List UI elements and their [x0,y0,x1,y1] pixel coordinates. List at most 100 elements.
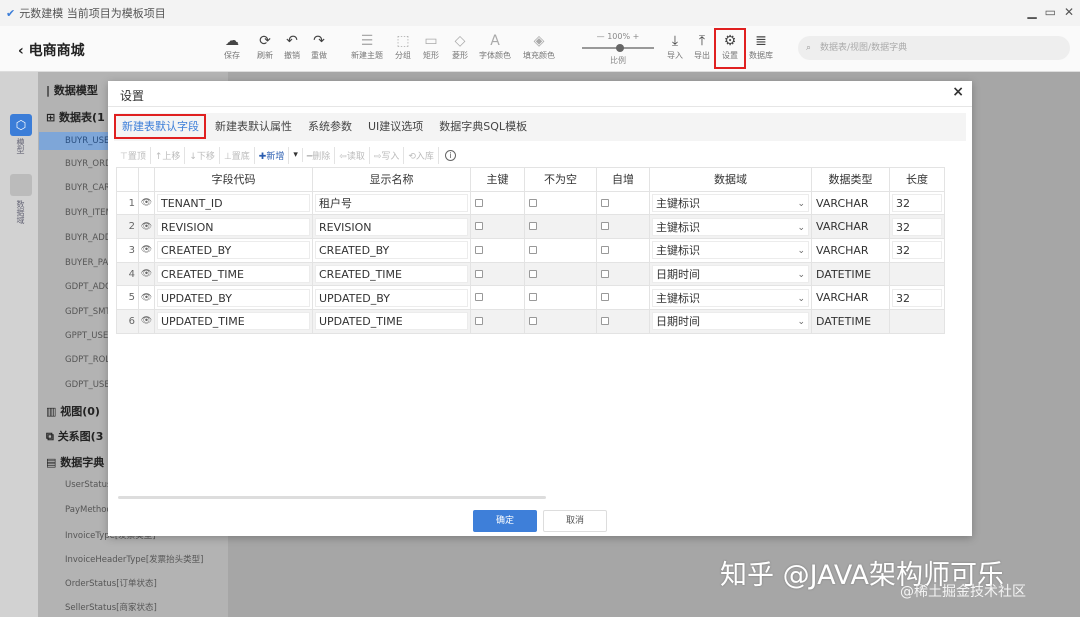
close-window-icon[interactable]: ✕ [1064,5,1074,19]
tree-relations-header[interactable]: ⧉ 关系图(3 [46,428,103,444]
zoom-slider[interactable] [582,44,654,52]
tree-tables-header[interactable]: ⊞ 数据表(1 [46,109,105,125]
tree-table-item[interactable]: BUYR_ORD [65,159,112,169]
field-name-input[interactable]: REVISION [315,217,468,236]
domain-select[interactable]: 主键标识 ⌄ [652,217,809,236]
tree-table-item[interactable]: GDPT_SMT [65,307,111,317]
search-input[interactable]: ⌕ 数据表/视图/数据字典 [798,36,1070,60]
length-input[interactable]: 32 [892,217,942,236]
pk-checkbox[interactable] [475,269,483,278]
table-row[interactable]: 2 👁 REVISION REVISION 主键标识 ⌄ VARCHAR 32 [116,214,945,240]
domain-select[interactable]: 主键标识 ⌄ [652,288,809,307]
tree-dict-item[interactable]: PayMethod [65,505,112,515]
tree-table-item[interactable]: GPPT_USE [65,331,108,341]
tree-table-item[interactable]: BUYR_ITEM [65,208,113,218]
table-row[interactable]: 1 👁 TENANT_ID 租户号 主键标识 ⌄ VARCHAR 32 [116,190,945,216]
tree-table-item[interactable]: BUYR_ADD [65,233,111,243]
model-rail-button[interactable]: ⬡ [10,114,32,136]
domain-select[interactable]: 日期时间 ⌄ [652,312,809,331]
field-name-input[interactable]: UPDATED_TIME [315,312,468,331]
move-down-button[interactable]: ↓下移 [185,146,220,164]
maximize-icon[interactable]: ▭ [1045,5,1056,19]
pk-checkbox[interactable] [475,316,483,325]
field-code-input[interactable]: CREATED_BY [157,241,310,260]
pk-checkbox[interactable] [475,245,483,254]
notnull-checkbox[interactable] [529,198,537,207]
tree-table-item[interactable]: GDPT_ADC [65,282,111,292]
autoinc-checkbox[interactable] [601,222,609,231]
pk-checkbox[interactable] [475,222,483,231]
autoinc-checkbox[interactable] [601,316,609,325]
length-input[interactable]: 32 [892,241,942,260]
move-top-button[interactable]: ⊤置顶 [116,146,151,164]
new-subject-button[interactable]: ☰ 新建主题 [351,32,383,61]
move-up-button[interactable]: ↑上移 [151,146,186,164]
tab-dict-sql-template[interactable]: 数据字典SQL模板 [431,113,535,141]
eye-icon[interactable]: 👁 [138,190,155,216]
zoom-control[interactable]: — 100% + 比例 [578,32,658,66]
tree-table-item[interactable]: BUYR_USE [39,132,113,150]
pk-checkbox[interactable] [475,293,483,302]
cancel-button[interactable]: 取消 [543,510,607,532]
tree-table-item[interactable]: GDPT_USE [65,380,110,390]
delete-field-button[interactable]: ━删除 [303,146,336,164]
tree-dict-item[interactable]: SellerStatus[商家状态] [65,601,157,613]
dialog-close-icon[interactable]: × [952,84,964,100]
tree-views-header[interactable]: ▥ 视图(0) [46,403,100,419]
tree-dict-item[interactable]: InvoiceHeaderType[发票抬头类型] [65,553,204,565]
field-code-input[interactable]: UPDATED_TIME [157,312,310,331]
dict-rail-button[interactable] [10,174,32,196]
field-name-input[interactable]: CREATED_BY [315,241,468,260]
notnull-checkbox[interactable] [529,269,537,278]
eye-icon[interactable]: 👁 [138,309,155,334]
minimize-icon[interactable]: ▁ [1027,5,1036,19]
tree-table-item[interactable]: GDPT_ROL [65,355,110,365]
autoinc-checkbox[interactable] [601,245,609,254]
read-button[interactable]: ⇦读取 [335,146,370,164]
database-button[interactable]: ≣ 数据库 [746,32,776,61]
eye-icon[interactable]: 👁 [138,238,155,263]
horizontal-scrollbar[interactable] [118,496,546,499]
back-button[interactable]: ‹ 电商商城 [18,40,85,60]
fill-color-button[interactable]: ◈ 填充颜色 [523,32,555,61]
length-input[interactable]: 32 [892,288,942,307]
domain-select[interactable]: 主键标识 ⌄ [652,194,809,213]
field-code-input[interactable]: UPDATED_BY [157,288,310,307]
font-color-button[interactable]: A 字体颜色 [479,32,511,61]
commit-button[interactable]: ⟲入库 [404,146,439,164]
table-row[interactable]: 6 👁 UPDATED_TIME UPDATED_TIME 日期时间 ⌄ DATE… [116,309,945,334]
field-code-input[interactable]: TENANT_ID [157,194,310,213]
length-input[interactable]: 32 [892,194,942,213]
table-row[interactable]: 3 👁 CREATED_BY CREATED_BY 主键标识 ⌄ VARCHAR … [116,238,945,263]
autoinc-checkbox[interactable] [601,269,609,278]
tab-system-params[interactable]: 系统参数 [300,113,360,141]
field-code-input[interactable]: CREATED_TIME [157,265,310,284]
domain-select[interactable]: 主键标识 ⌄ [652,241,809,260]
notnull-checkbox[interactable] [529,245,537,254]
notnull-checkbox[interactable] [529,222,537,231]
notnull-checkbox[interactable] [529,293,537,302]
tree-table-item[interactable]: BUYER_PA [65,258,108,268]
tab-ui-suggestions[interactable]: UI建议选项 [360,113,431,141]
autoinc-checkbox[interactable] [601,293,609,302]
redo-button[interactable]: ↷ 重做 [304,32,334,61]
add-dropdown-icon[interactable]: ▾ [289,148,303,162]
tree-dict-header[interactable]: ▤ 数据字典 [46,454,104,470]
table-row[interactable]: 5 👁 UPDATED_BY UPDATED_BY 主键标识 ⌄ VARCHAR … [116,285,945,311]
add-field-button[interactable]: ✚新增 [255,146,290,164]
write-button[interactable]: ⇨写入 [370,146,405,164]
confirm-button[interactable]: 确定 [473,510,537,532]
tree-dict-item[interactable]: UserStatus [65,480,111,490]
info-icon[interactable]: i [444,149,456,161]
field-name-input[interactable]: UPDATED_BY [315,288,468,307]
table-row[interactable]: 4 👁 CREATED_TIME CREATED_TIME 日期时间 ⌄ DATE… [116,261,945,287]
eye-icon[interactable]: 👁 [138,261,155,287]
autoinc-checkbox[interactable] [601,198,609,207]
move-bottom-button[interactable]: ⊥置底 [220,146,255,164]
tab-default-table-props[interactable]: 新建表默认属性 [207,113,300,141]
zoom-slider-handle[interactable] [616,44,624,52]
eye-icon[interactable]: 👁 [138,285,155,311]
pk-checkbox[interactable] [475,198,483,207]
diamond-button[interactable]: ◇ 菱形 [445,32,475,61]
field-name-input[interactable]: CREATED_TIME [315,265,468,284]
